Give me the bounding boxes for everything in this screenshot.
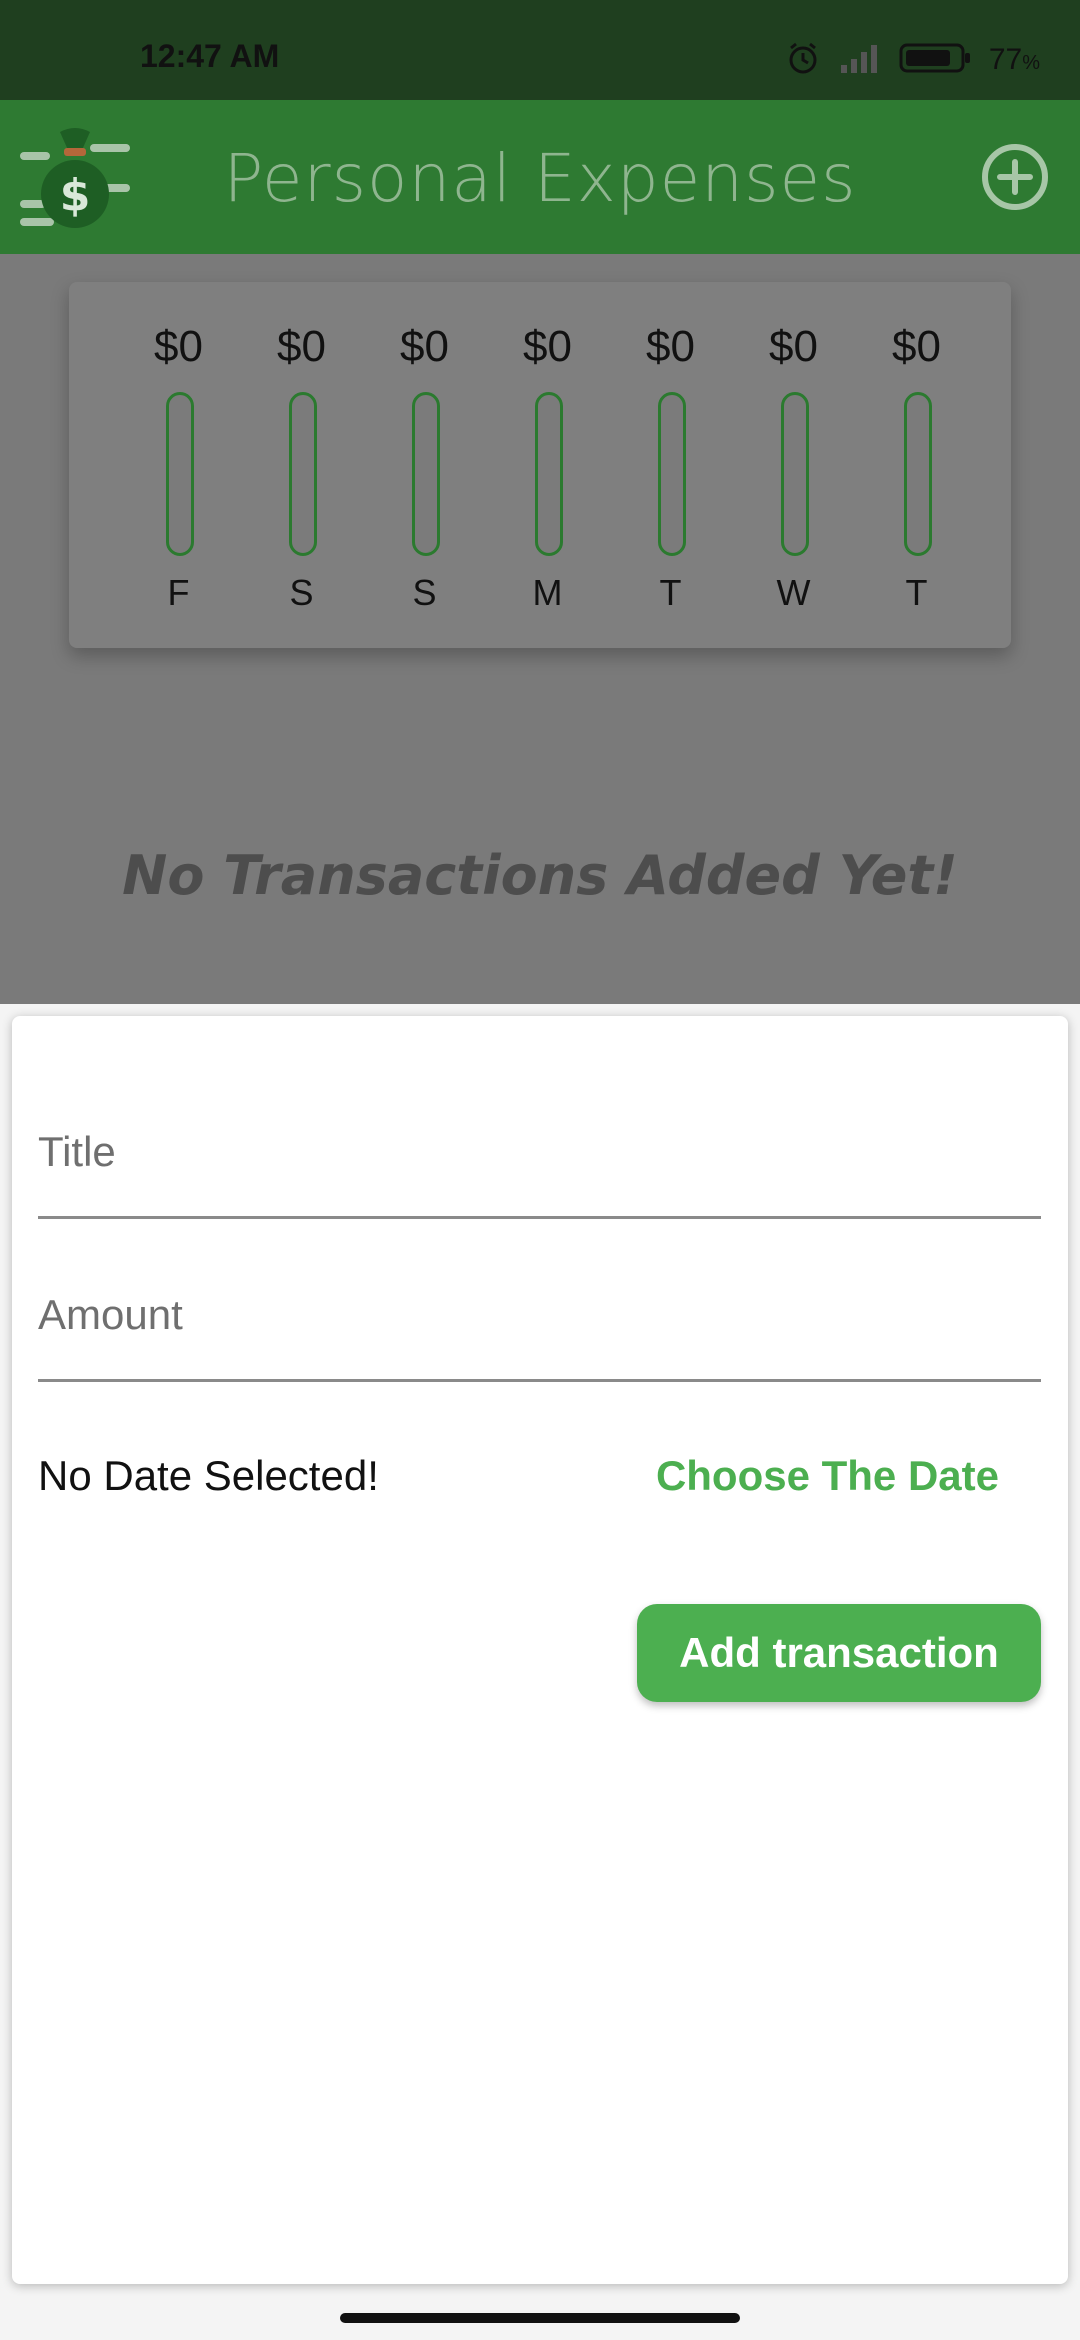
bar-amount: $0 xyxy=(769,322,818,371)
bar-track xyxy=(780,392,809,556)
bar-track xyxy=(657,392,686,556)
app-bar: $ Personal Expenses xyxy=(0,100,1080,254)
chart-bar-column: $0 S xyxy=(240,282,363,648)
status-time: 12:47 AM xyxy=(140,38,280,74)
bar-amount: $0 xyxy=(892,322,941,371)
selected-date-text: No Date Selected! xyxy=(38,1452,379,1499)
bar-amount: $0 xyxy=(154,322,203,371)
date-row: No Date Selected! Choose The Date xyxy=(38,1452,1041,1512)
bar-track xyxy=(534,392,563,556)
chart-bar-column: $0 W xyxy=(732,282,855,648)
app-title: Personal Expenses xyxy=(223,140,857,217)
bar-amount: $0 xyxy=(646,322,695,371)
bar-track xyxy=(903,392,932,556)
bar-day-label: W xyxy=(776,572,811,613)
bar-amount: $0 xyxy=(277,322,326,371)
chart-bar-column: $0 T xyxy=(855,282,978,648)
title-input[interactable] xyxy=(38,1128,1041,1176)
bar-day-label: M xyxy=(532,572,563,613)
add-transaction-button[interactable]: Add transaction xyxy=(637,1604,1041,1702)
weekly-chart-card: $0 F $0 S $0 S $0 M $0 T $0 W $0 T xyxy=(69,282,1011,648)
status-icons: 77% xyxy=(785,40,1040,80)
battery-icon xyxy=(899,41,971,80)
status-bar: 12:47 AM 77% xyxy=(0,0,1080,100)
chart-bar-column: $0 S xyxy=(363,282,486,648)
bar-day-label: T xyxy=(659,572,682,613)
bar-track xyxy=(411,392,440,556)
alarm-icon xyxy=(785,40,821,81)
amount-input[interactable] xyxy=(38,1291,1041,1339)
add-circle-icon[interactable] xyxy=(980,142,1050,212)
home-indicator[interactable] xyxy=(340,2313,740,2323)
title-field[interactable] xyxy=(38,1106,1041,1219)
signal-icon xyxy=(839,43,881,78)
bar-day-label: F xyxy=(167,572,190,613)
chart-bar-column: $0 T xyxy=(609,282,732,648)
main-content: $0 F $0 S $0 S $0 M $0 T $0 W $0 T No Tr… xyxy=(0,254,1080,1004)
chart-bar-column: $0 F xyxy=(117,282,240,648)
bar-track xyxy=(165,392,194,556)
battery-percent: 77% xyxy=(988,43,1040,76)
new-transaction-sheet: No Date Selected! Choose The Date Add tr… xyxy=(12,1016,1068,2284)
amount-field[interactable] xyxy=(38,1269,1041,1382)
bar-amount: $0 xyxy=(400,322,449,371)
bar-day-label: S xyxy=(289,572,314,613)
bar-day-label: S xyxy=(412,572,437,613)
bar-day-label: T xyxy=(905,572,928,613)
bar-amount: $0 xyxy=(523,322,572,371)
chart-bar-column: $0 M xyxy=(486,282,609,648)
bar-track xyxy=(288,392,317,556)
choose-date-button[interactable]: Choose The Date xyxy=(656,1452,999,1500)
empty-transactions-message: No Transactions Added Yet! xyxy=(122,844,958,907)
